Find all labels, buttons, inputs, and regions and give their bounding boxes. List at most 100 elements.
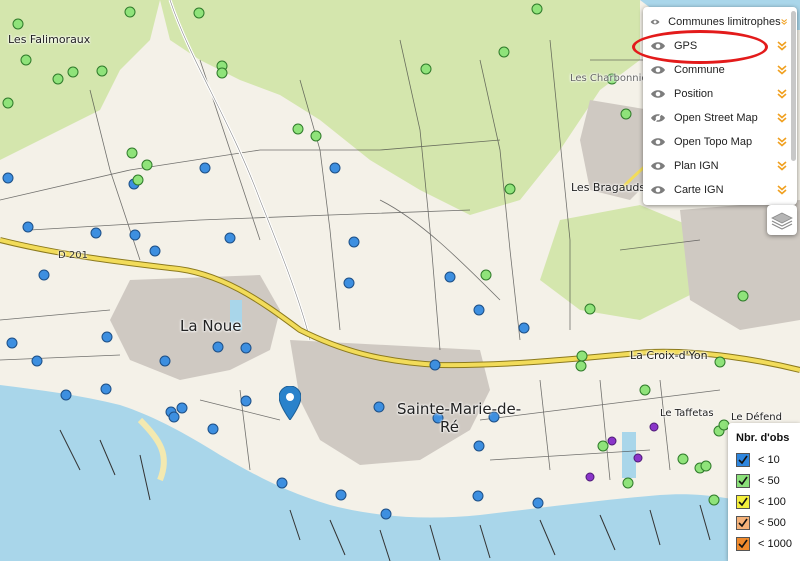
chevron-down-icon[interactable] xyxy=(777,137,787,147)
observation-point[interactable] xyxy=(584,303,596,315)
observation-point[interactable] xyxy=(101,331,113,343)
observation-point[interactable] xyxy=(224,232,236,244)
eye-icon[interactable] xyxy=(650,161,666,171)
observation-point[interactable] xyxy=(518,322,530,334)
observation-point[interactable] xyxy=(420,63,432,75)
observation-point[interactable] xyxy=(700,460,712,472)
chevron-down-icon[interactable] xyxy=(777,113,787,123)
legend-swatch[interactable] xyxy=(736,495,750,509)
layers-toggle-button[interactable] xyxy=(767,205,797,235)
eye-icon[interactable] xyxy=(650,185,666,195)
observation-point[interactable] xyxy=(343,277,355,289)
layer-row-carte-ign[interactable]: Carte IGN xyxy=(643,178,789,202)
observation-point[interactable] xyxy=(2,172,14,184)
chevron-down-icon[interactable] xyxy=(777,41,787,51)
observation-point[interactable] xyxy=(708,494,720,506)
observation-point[interactable] xyxy=(444,271,456,283)
observation-point[interactable] xyxy=(207,423,219,435)
eye-icon[interactable] xyxy=(650,89,666,99)
observation-point[interactable] xyxy=(124,6,136,18)
legend-item-lt500[interactable]: < 500 xyxy=(736,515,786,531)
observation-point[interactable] xyxy=(126,147,138,159)
chevron-down-icon[interactable] xyxy=(777,161,787,171)
observation-point[interactable] xyxy=(677,453,689,465)
observation-point[interactable] xyxy=(6,337,18,349)
observation-point[interactable] xyxy=(132,174,144,186)
observation-point[interactable] xyxy=(212,341,224,353)
observation-point[interactable] xyxy=(292,123,304,135)
observation-point[interactable] xyxy=(240,342,252,354)
observation-point[interactable] xyxy=(335,489,347,501)
observation-point[interactable] xyxy=(473,304,485,316)
layer-row-position[interactable]: Position xyxy=(643,82,789,106)
observation-point[interactable] xyxy=(473,440,485,452)
legend-item-lt50[interactable]: < 50 xyxy=(736,473,780,489)
observation-point[interactable] xyxy=(597,440,609,452)
observation-point[interactable] xyxy=(159,355,171,367)
observation-point[interactable] xyxy=(498,46,510,58)
observation-point[interactable] xyxy=(96,65,108,77)
observation-point[interactable] xyxy=(373,401,385,413)
observation-point[interactable] xyxy=(532,497,544,509)
observation-point[interactable] xyxy=(429,359,441,371)
chevron-down-icon[interactable] xyxy=(777,89,787,99)
layer-row-open-street-map[interactable]: Open Street Map xyxy=(643,106,789,130)
observation-point[interactable] xyxy=(649,422,659,432)
observation-point[interactable] xyxy=(575,360,587,372)
layer-row-open-topo-map[interactable]: Open Topo Map xyxy=(643,130,789,154)
observation-point[interactable] xyxy=(585,472,595,482)
eye-icon[interactable] xyxy=(650,137,666,147)
observation-point[interactable] xyxy=(714,356,726,368)
observation-point[interactable] xyxy=(472,490,484,502)
eye-icon[interactable] xyxy=(650,17,660,27)
observation-point[interactable] xyxy=(129,229,141,241)
observation-point[interactable] xyxy=(141,159,153,171)
legend-item-lt100[interactable]: < 100 xyxy=(736,494,786,510)
chevron-down-icon[interactable] xyxy=(780,17,787,27)
observation-point[interactable] xyxy=(60,389,72,401)
observation-point[interactable] xyxy=(90,227,102,239)
observation-point[interactable] xyxy=(240,395,252,407)
observation-point[interactable] xyxy=(20,54,32,66)
observation-point[interactable] xyxy=(149,245,161,257)
layer-row-plan-ign[interactable]: Plan IGN xyxy=(643,154,789,178)
eye-slash-icon[interactable] xyxy=(650,113,666,123)
observation-point[interactable] xyxy=(31,355,43,367)
legend-swatch[interactable] xyxy=(736,453,750,467)
observation-point[interactable] xyxy=(176,402,188,414)
legend-swatch[interactable] xyxy=(736,516,750,530)
legend-item-lt10[interactable]: < 10 xyxy=(736,452,780,468)
observation-point[interactable] xyxy=(22,221,34,233)
layer-panel-scrollbar[interactable] xyxy=(791,11,796,161)
observation-point[interactable] xyxy=(2,97,14,109)
observation-point[interactable] xyxy=(531,3,543,15)
observation-point[interactable] xyxy=(52,73,64,85)
observation-point[interactable] xyxy=(310,130,322,142)
chevron-down-icon[interactable] xyxy=(777,185,787,195)
location-marker-icon[interactable] xyxy=(279,386,301,420)
observation-point[interactable] xyxy=(737,290,749,302)
observation-point[interactable] xyxy=(576,350,588,362)
observation-point[interactable] xyxy=(504,183,516,195)
legend-swatch[interactable] xyxy=(736,537,750,551)
observation-point[interactable] xyxy=(67,66,79,78)
observation-point[interactable] xyxy=(480,269,492,281)
observation-point[interactable] xyxy=(276,477,288,489)
observation-point[interactable] xyxy=(199,162,211,174)
observation-point[interactable] xyxy=(348,236,360,248)
legend-swatch[interactable] xyxy=(736,474,750,488)
observation-point[interactable] xyxy=(622,477,634,489)
observation-point[interactable] xyxy=(620,108,632,120)
observation-point[interactable] xyxy=(639,384,651,396)
observation-point[interactable] xyxy=(100,383,112,395)
legend-item-lt1000[interactable]: < 1000 xyxy=(736,536,792,552)
observation-point[interactable] xyxy=(633,453,643,463)
observation-point[interactable] xyxy=(193,7,205,19)
observation-point[interactable] xyxy=(168,411,180,423)
observation-point[interactable] xyxy=(216,67,228,79)
observation-point[interactable] xyxy=(380,508,392,520)
chevron-down-icon[interactable] xyxy=(777,65,787,75)
observation-point[interactable] xyxy=(38,269,50,281)
eye-icon[interactable] xyxy=(650,65,666,75)
observation-point[interactable] xyxy=(12,18,24,30)
